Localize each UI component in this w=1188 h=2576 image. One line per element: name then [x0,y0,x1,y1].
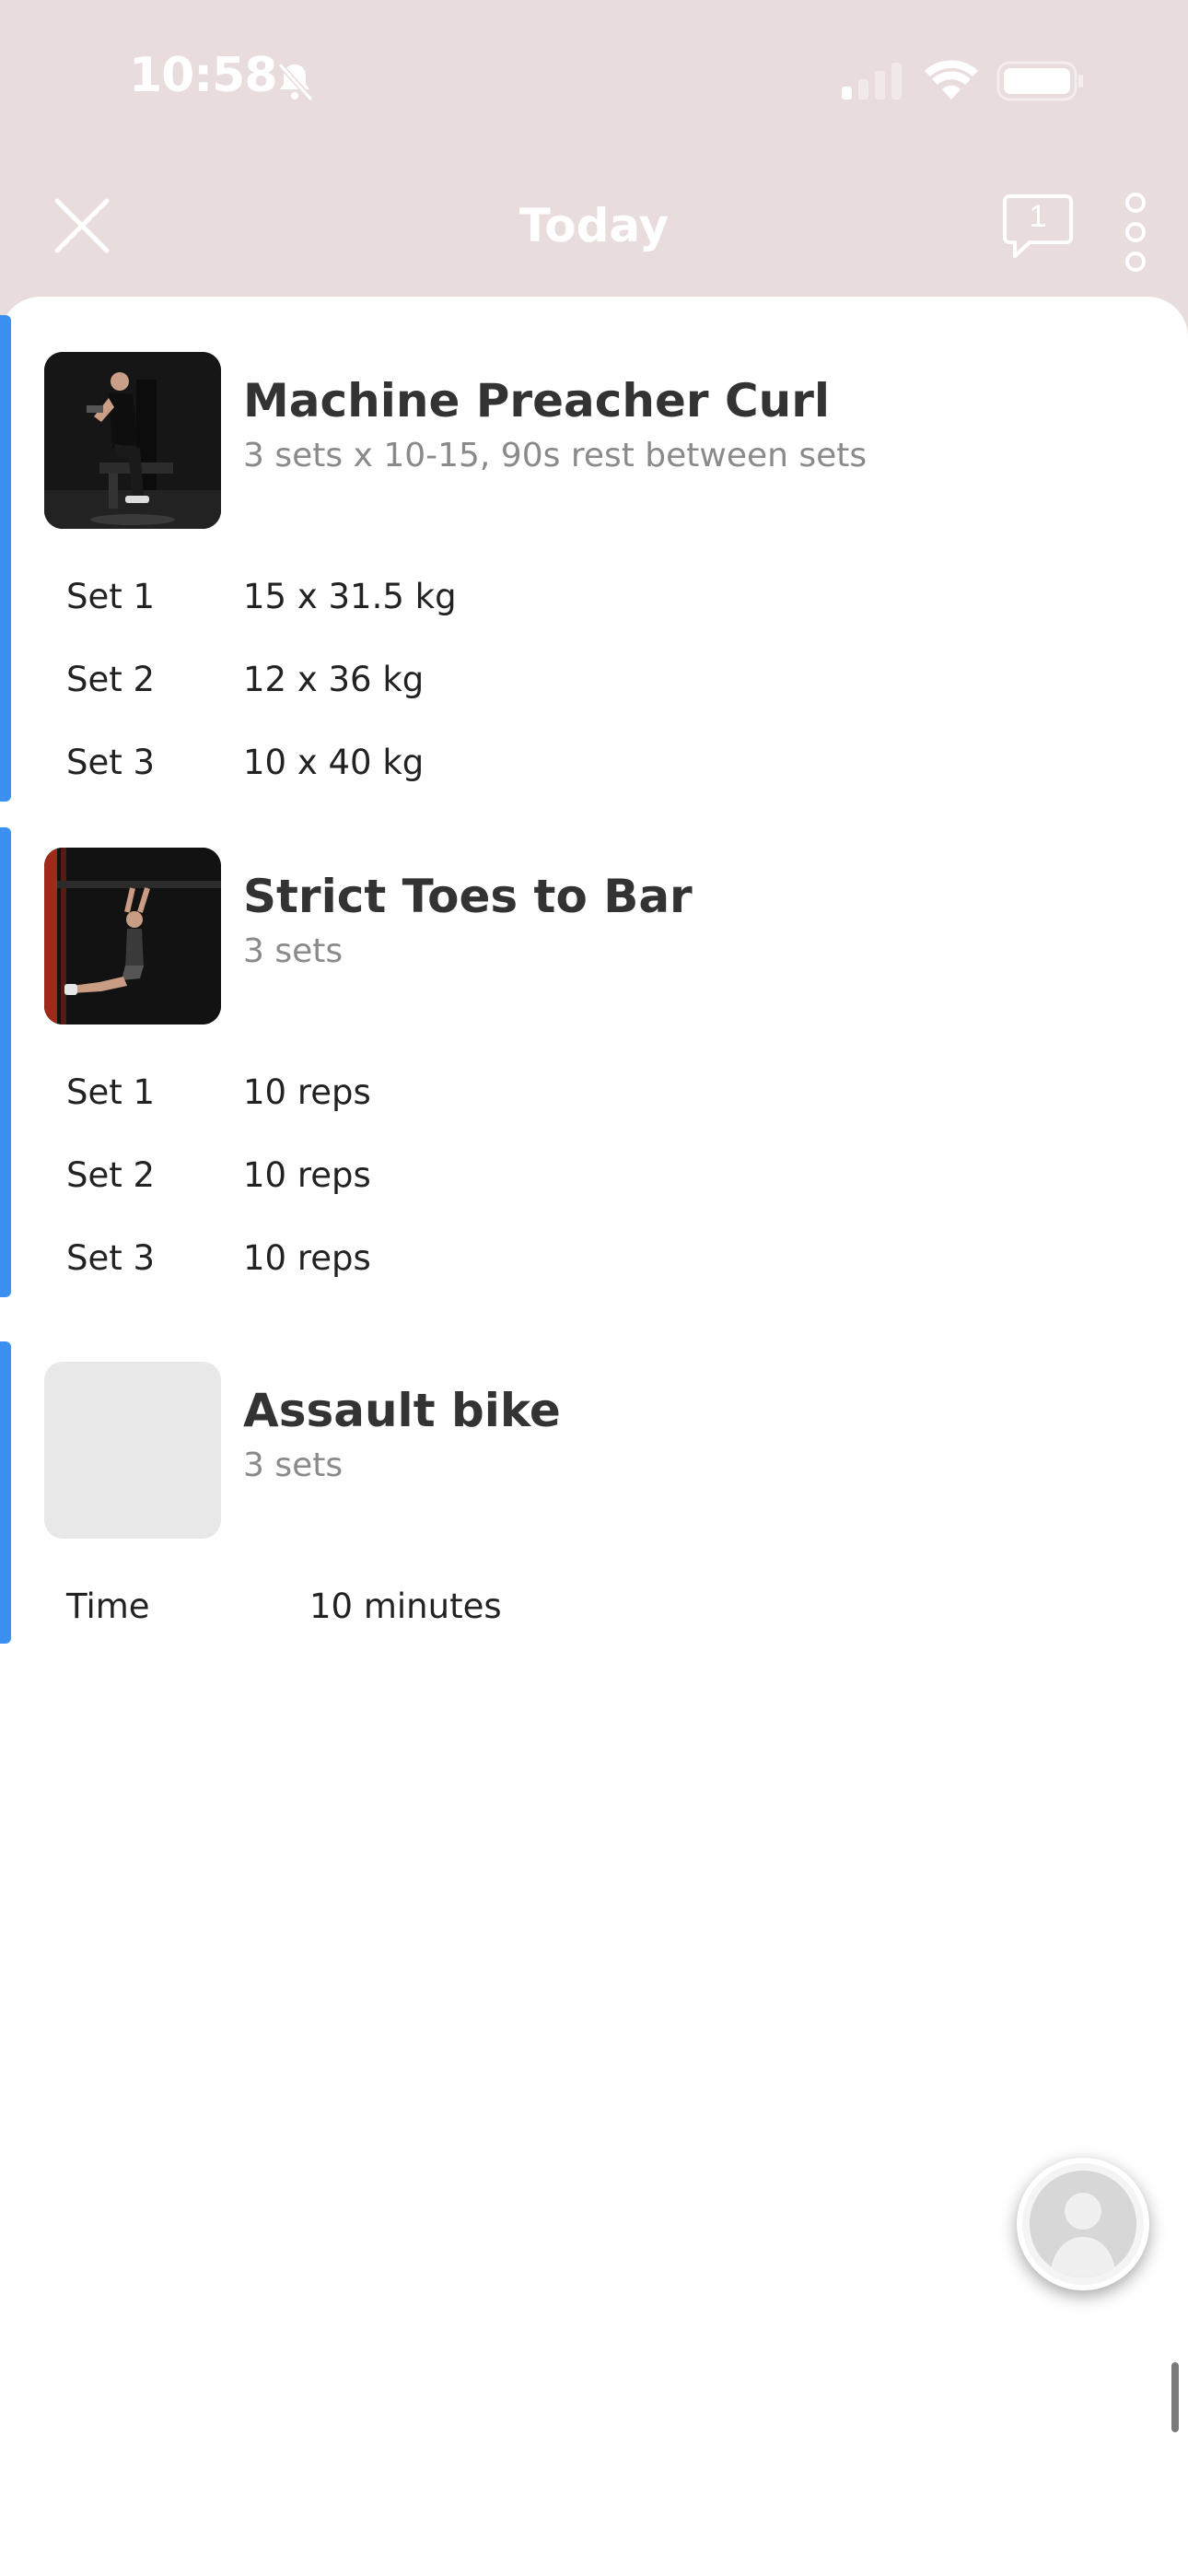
set-value: 12 x 36 kg [243,660,425,699]
set-row[interactable]: Set 3 10 x 40 kg [0,730,1188,803]
exercise-subtitle: 3 sets [243,1446,344,1484]
wifi-icon [925,60,978,100]
set-value: 15 x 31.5 kg [243,577,457,616]
exercise-subtitle: 3 sets x 10-15, 90s rest between sets [243,437,868,474]
set-value: 10 x 40 kg [243,743,425,782]
exercise-thumbnail-placeholder[interactable] [44,1362,221,1539]
set-label: Time [66,1587,150,1626]
toes-to-bar-image [44,848,221,1025]
exercise-name: Strict Toes to Bar [243,870,693,923]
set-label: Set 3 [66,1238,156,1278]
set-value: 10 minutes [309,1587,502,1626]
exercise-card[interactable]: Machine Preacher Curl 3 sets x 10-15, 90… [0,315,1188,802]
exercise-subtitle: 3 sets [243,932,344,970]
exercise-card[interactable]: Assault bike 3 sets Time 10 minutes [0,1341,1188,1644]
exercise-name: Assault bike [243,1384,561,1437]
exercise-thumbnail[interactable] [44,352,221,529]
set-row[interactable]: Set 1 15 x 31.5 kg [0,564,1188,638]
set-value: 10 reps [243,1072,371,1112]
set-row[interactable]: Set 2 12 x 36 kg [0,647,1188,720]
workout-sheet: Machine Preacher Curl 3 sets x 10-15, 90… [0,297,1188,2576]
set-row[interactable]: Set 3 10 reps [0,1225,1188,1299]
set-label: Set 2 [66,660,156,699]
preacher-curl-image [44,352,221,529]
status-bar: 10:58 [0,0,1188,162]
comment-count: 1 [1029,199,1047,234]
avatar[interactable] [1017,2158,1149,2290]
comments-button[interactable]: 1 [1002,193,1074,260]
set-row[interactable]: Set 2 10 reps [0,1142,1188,1216]
exercise-accent-bar [0,315,11,802]
set-label: Set 3 [66,743,156,782]
exercise-thumbnail[interactable] [44,848,221,1025]
cellular-signal-icon [842,63,902,100]
set-label: Set 2 [66,1155,156,1195]
set-value: 10 reps [243,1238,371,1278]
scroll-indicator[interactable] [1171,2362,1179,2432]
person-icon [1030,2171,1136,2277]
set-row[interactable]: Time 10 minutes [0,1574,1188,1647]
set-value: 10 reps [243,1155,371,1195]
exercise-card[interactable]: Strict Toes to Bar 3 sets Set 1 10 reps … [0,827,1188,1297]
set-label: Set 1 [66,1072,156,1112]
set-row[interactable]: Set 1 10 reps [0,1060,1188,1133]
exercise-name: Machine Preacher Curl [243,374,831,427]
top-nav-bar: Today 1 [0,162,1188,300]
bell-slash-icon [277,62,314,102]
set-label: Set 1 [66,577,156,616]
more-vertical-icon[interactable] [1118,188,1153,276]
status-time: 10:58 [129,48,278,103]
battery-icon [996,61,1083,101]
